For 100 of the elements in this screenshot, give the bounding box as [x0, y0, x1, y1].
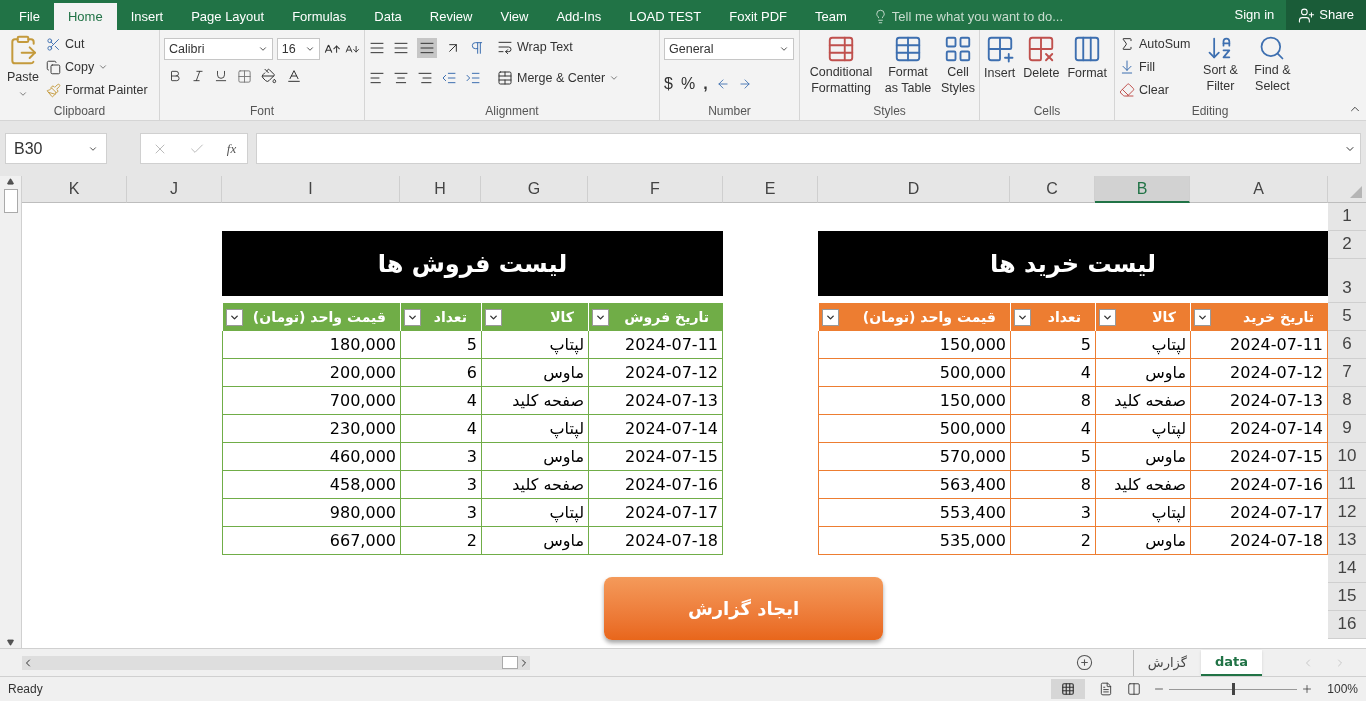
row-header[interactable]: 13: [1328, 527, 1366, 555]
column-header[interactable]: C: [1010, 176, 1095, 203]
row-header[interactable]: 8: [1328, 387, 1366, 415]
ribbon-tab[interactable]: LOAD TEST: [615, 3, 716, 30]
table-title: لیست خرید ها: [818, 231, 1328, 296]
scroll-up-icon[interactable]: [7, 178, 14, 185]
horizontal-scrollbar[interactable]: [22, 655, 530, 670]
sheet-tab[interactable]: گزارش: [1132, 649, 1201, 676]
tell-me-field[interactable]: Tell me what you want to do...: [872, 3, 1064, 30]
paste-button[interactable]: Paste: [4, 34, 42, 100]
table-cell: 2024-07-13: [588, 387, 723, 415]
table-cell: 2024-07-16: [1190, 471, 1328, 499]
zoom-thumb[interactable]: [1232, 683, 1236, 695]
filter-button[interactable]: [1194, 308, 1211, 326]
column-header[interactable]: H: [400, 176, 481, 203]
row-header[interactable]: 6: [1328, 331, 1366, 359]
merge-center-button[interactable]: Merge & Center: [497, 68, 620, 88]
format-as-table-button[interactable]: Format as Table: [882, 34, 934, 96]
filter-button[interactable]: [592, 308, 609, 326]
ribbon-tab[interactable]: Team: [801, 3, 861, 30]
scroll-thumb[interactable]: [502, 656, 518, 669]
column-header[interactable]: B: [1095, 176, 1190, 203]
autosum-button[interactable]: AutoSum: [1119, 34, 1191, 54]
find-select-button[interactable]: Find & Select: [1250, 34, 1295, 100]
copy-icon: [46, 59, 61, 75]
filter-button[interactable]: [822, 308, 839, 326]
page-layout-icon: [1099, 682, 1114, 696]
row-header[interactable]: 7: [1328, 359, 1366, 387]
table-cell: 458,000: [222, 471, 400, 499]
row-header[interactable]: 11: [1328, 471, 1366, 499]
filter-button[interactable]: [226, 308, 243, 326]
scroll-thumb[interactable]: [3, 189, 18, 213]
column-header[interactable]: D: [818, 176, 1010, 203]
ribbon-tab[interactable]: Review: [415, 3, 487, 30]
filter-button[interactable]: [404, 308, 421, 326]
row-header[interactable]: 3: [1328, 259, 1366, 303]
table-cell: لپتاپ: [481, 331, 588, 359]
align-center-icon: [393, 70, 409, 86]
row-header[interactable]: 15: [1328, 583, 1366, 611]
share-icon: [1298, 6, 1316, 24]
group-label: Font: [250, 103, 274, 120]
table-cell: 3: [400, 471, 481, 499]
fill-button[interactable]: Fill: [1119, 57, 1191, 77]
column-header[interactable]: A: [1190, 176, 1328, 203]
column-header[interactable]: E: [723, 176, 818, 203]
filter-button[interactable]: [485, 308, 502, 326]
zoom-slider[interactable]: [1169, 683, 1298, 695]
column-header[interactable]: G: [481, 176, 588, 203]
row-header[interactable]: 2: [1328, 231, 1366, 259]
scroll-down-icon[interactable]: [7, 639, 14, 646]
column-header[interactable]: I: [222, 176, 400, 203]
table-cell: 5: [1010, 443, 1095, 471]
ribbon-tab[interactable]: File: [5, 3, 54, 30]
row-header[interactable]: 1: [1328, 203, 1366, 231]
vertical-scrollbar[interactable]: [0, 176, 22, 648]
table-cell: 5: [400, 331, 481, 359]
insert-button[interactable]: Insert: [984, 34, 1016, 83]
cell-styles-button[interactable]: Cell Styles: [938, 34, 978, 96]
ribbon-tab[interactable]: Formulas: [278, 3, 361, 30]
format-painter-button[interactable]: Format Painter: [46, 80, 148, 100]
cut-button[interactable]: Cut: [46, 34, 148, 54]
row-header[interactable]: 16: [1328, 611, 1366, 639]
filter-button[interactable]: [1099, 308, 1116, 326]
number-format-field[interactable]: General: [664, 38, 794, 60]
column-header[interactable]: K: [22, 176, 127, 203]
ribbon-tab[interactable]: Page Layout: [177, 3, 279, 30]
wrap-text-button[interactable]: Wrap Text: [497, 38, 620, 57]
format-button[interactable]: Format: [1067, 34, 1107, 83]
ribbon-tab[interactable]: View: [486, 3, 543, 30]
row-header[interactable]: 12: [1328, 499, 1366, 527]
formula-field[interactable]: [256, 133, 1361, 164]
column-header[interactable]: J: [127, 176, 222, 203]
clear-button[interactable]: Clear: [1119, 80, 1191, 100]
table-cell: 230,000: [222, 415, 400, 443]
ribbon-tab[interactable]: Add-Ins: [542, 3, 616, 30]
row-header[interactable]: 9: [1328, 415, 1366, 443]
row-header[interactable]: 14: [1328, 555, 1366, 583]
column-header[interactable]: F: [588, 176, 723, 203]
share-button[interactable]: Share: [1286, 0, 1366, 30]
row-header[interactable]: 10: [1328, 443, 1366, 471]
sheet-tab[interactable]: data: [1200, 649, 1262, 676]
copy-button[interactable]: Copy: [46, 57, 148, 77]
delete-button[interactable]: Delete: [1023, 34, 1060, 83]
ribbon-tab[interactable]: Insert: [116, 3, 178, 30]
name-box[interactable]: B30: [5, 133, 107, 164]
align-bottom-button[interactable]: [417, 38, 437, 58]
sign-in-link[interactable]: Sign in: [1222, 0, 1287, 30]
sort-filter-button[interactable]: Sort & Filter: [1198, 34, 1243, 100]
conditional-formatting-button[interactable]: Conditional Formatting: [804, 34, 878, 96]
table-cell: 4: [1010, 415, 1095, 443]
column-title: قیمت واحد (تومان): [862, 307, 996, 328]
ribbon-tab[interactable]: Home: [53, 3, 117, 30]
filter-button[interactable]: [1014, 308, 1031, 326]
row-header[interactable]: 5: [1328, 303, 1366, 331]
ribbon-tab[interactable]: Foxit PDF: [715, 3, 802, 30]
normal-view-button[interactable]: [1051, 679, 1086, 699]
ribbon-tab[interactable]: Data: [360, 3, 416, 30]
insert-function-button[interactable]: fx: [226, 138, 237, 159]
font-size-field[interactable]: 16: [276, 38, 321, 60]
font-name-field[interactable]: Calibri: [164, 38, 273, 60]
